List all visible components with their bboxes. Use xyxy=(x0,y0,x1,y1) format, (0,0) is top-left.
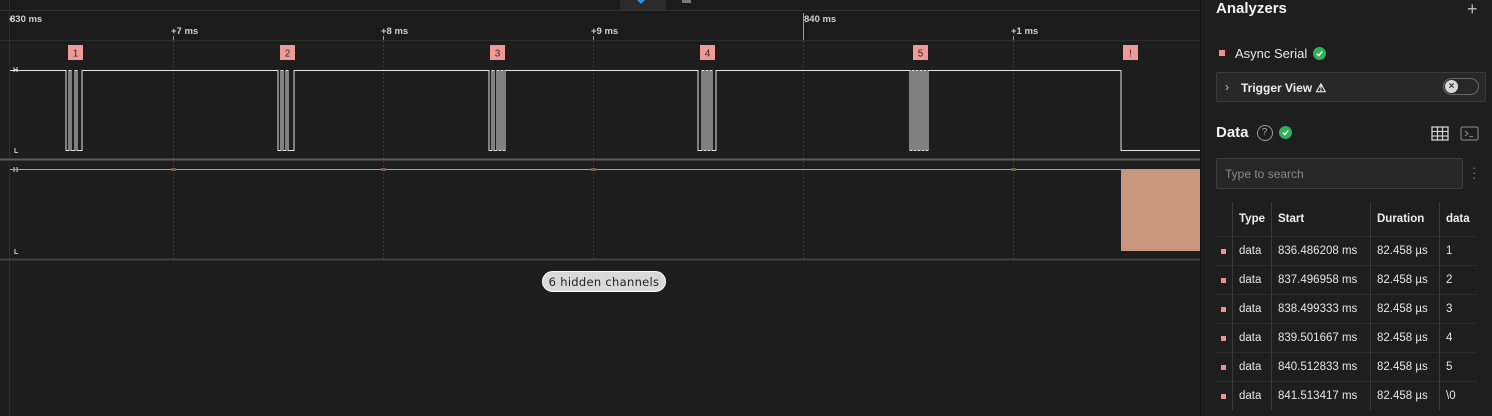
offset-label: +1 ms xyxy=(1011,26,1038,37)
trigger-view-label: Trigger View ⚠ xyxy=(1241,81,1327,95)
analyzers-panel: Analyzers + Async Serial › Trigger View … xyxy=(1200,0,1492,416)
row-swatch xyxy=(1216,323,1233,353)
toolbar-icon xyxy=(682,0,691,3)
help-icon[interactable]: ? xyxy=(1256,124,1273,141)
table-row[interactable]: data 839.501667 ms 82.458 µs 4 xyxy=(1216,323,1477,353)
cell-duration: 82.458 µs xyxy=(1370,265,1440,295)
frame-marker-label: 2 xyxy=(285,49,291,60)
analyzer-name: Async Serial xyxy=(1235,45,1308,61)
hidden-channels-button[interactable]: 6 hidden channels xyxy=(542,271,666,292)
frame-marker-label: 1 xyxy=(73,49,79,60)
table-row[interactable]: data 840.512833 ms 82.458 µs 5 xyxy=(1216,352,1477,382)
add-analyzer-icon[interactable]: + xyxy=(1467,0,1478,20)
cell-data: 2 xyxy=(1439,265,1477,295)
header-spacer xyxy=(1216,202,1233,237)
table-row[interactable]: data 841.513417 ms 82.458 µs \0 xyxy=(1216,381,1477,410)
close-icon: × xyxy=(1445,80,1458,93)
waveform-view[interactable]: 830 ms 840 ms +7 ms +8 ms +9 ms +1 ms H … xyxy=(0,0,1200,416)
row-swatch xyxy=(1216,352,1233,382)
check-icon xyxy=(1278,126,1292,139)
cell-start: 836.486208 ms xyxy=(1271,236,1371,266)
timeline-mid-label: 840 ms xyxy=(804,14,836,25)
channel-0-low-label: L xyxy=(14,148,19,155)
frame-marker-label: 4 xyxy=(705,49,711,60)
terminal-view-icon[interactable] xyxy=(1460,126,1479,141)
more-options-icon[interactable]: · · · xyxy=(1472,161,1476,184)
timeline-start-label: 830 ms xyxy=(10,14,42,25)
row-swatch xyxy=(1216,381,1233,410)
cell-data: \0 xyxy=(1439,381,1477,410)
cell-type: data xyxy=(1232,236,1272,266)
search-input[interactable] xyxy=(1216,158,1463,189)
row-swatch xyxy=(1216,236,1233,266)
cell-type: data xyxy=(1232,323,1272,353)
grid-lines xyxy=(173,41,1014,260)
header-data[interactable]: data xyxy=(1439,202,1477,237)
offset-label: +9 ms xyxy=(591,26,618,37)
data-table: Type Start Duration data data 836.486208… xyxy=(1216,202,1477,410)
header-duration[interactable]: Duration xyxy=(1370,202,1440,237)
cell-data: 4 xyxy=(1439,323,1477,353)
chevron-right-icon: › xyxy=(1225,80,1229,94)
cell-type: data xyxy=(1232,352,1272,382)
table-header-row: Type Start Duration data xyxy=(1216,202,1477,237)
offset-label: +7 ms xyxy=(171,26,198,37)
cell-start: 840.512833 ms xyxy=(1271,352,1371,382)
waveform-canvas[interactable]: 830 ms 840 ms +7 ms +8 ms +9 ms +1 ms H … xyxy=(0,0,1200,416)
cell-type: data xyxy=(1232,294,1272,324)
table-row[interactable]: data 837.496958 ms 82.458 µs 2 xyxy=(1216,265,1477,295)
cell-duration: 82.458 µs xyxy=(1370,381,1440,410)
table-row[interactable]: data 838.499333 ms 82.458 µs 3 xyxy=(1216,294,1477,324)
channel-0-waveform xyxy=(10,70,1200,151)
header-type[interactable]: Type xyxy=(1232,202,1272,237)
cell-duration: 82.458 µs xyxy=(1370,352,1440,382)
trigger-view-toggle[interactable]: × xyxy=(1443,78,1479,95)
error-region xyxy=(1121,169,1200,251)
analyzers-title: Analyzers xyxy=(1216,0,1287,17)
cell-duration: 82.458 µs xyxy=(1370,294,1440,324)
cell-data: 1 xyxy=(1439,236,1477,266)
channel-1-high-label: H xyxy=(13,167,18,174)
channel-1-low-label: L xyxy=(14,249,19,256)
data-section-title: Data ? xyxy=(1216,124,1292,141)
offset-label: +8 ms xyxy=(381,26,408,37)
row-swatch xyxy=(1216,265,1233,295)
cell-duration: 82.458 µs xyxy=(1370,236,1440,266)
cell-start: 838.499333 ms xyxy=(1271,294,1371,324)
cell-data: 3 xyxy=(1439,294,1477,324)
cell-data: 5 xyxy=(1439,352,1477,382)
trigger-view-section[interactable]: › Trigger View ⚠ × xyxy=(1216,72,1486,102)
cell-type: data xyxy=(1232,265,1272,295)
row-swatch xyxy=(1216,294,1233,324)
cell-start: 841.513417 ms xyxy=(1271,381,1371,410)
table-row[interactable]: data 836.486208 ms 82.458 µs 1 xyxy=(1216,236,1477,266)
data-title: Data xyxy=(1216,124,1249,141)
error-marker-label: ! xyxy=(1129,49,1132,60)
header-start[interactable]: Start xyxy=(1271,202,1371,237)
cell-start: 839.501667 ms xyxy=(1271,323,1371,353)
frame-marker-label: 5 xyxy=(918,49,924,60)
frame-marker-label: 3 xyxy=(495,49,501,60)
analyzer-item-async-serial[interactable]: Async Serial xyxy=(1219,44,1327,62)
check-icon xyxy=(1313,46,1327,60)
cell-start: 837.496958 ms xyxy=(1271,265,1371,295)
table-view-icon[interactable] xyxy=(1431,126,1449,141)
analyzer-color-swatch xyxy=(1219,50,1225,56)
cell-type: data xyxy=(1232,381,1272,410)
cell-duration: 82.458 µs xyxy=(1370,323,1440,353)
